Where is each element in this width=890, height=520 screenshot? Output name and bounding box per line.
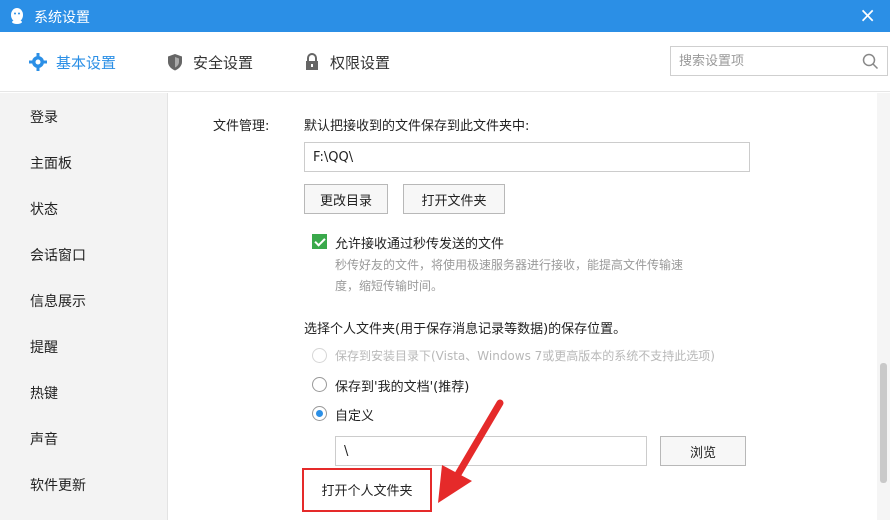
radio-my-documents[interactable] bbox=[312, 377, 327, 392]
radio-my-documents-label: 保存到'我的文档'(推荐) bbox=[335, 380, 470, 395]
tab-basic-settings-label: 基本设置 bbox=[56, 53, 117, 72]
tab-permission-settings-label: 权限设置 bbox=[330, 53, 391, 72]
red-arrow-annotation-icon bbox=[438, 399, 504, 503]
radio-install-dir bbox=[312, 348, 327, 363]
shield-icon bbox=[168, 54, 182, 71]
close-icon[interactable]: × bbox=[859, 3, 876, 27]
receive-folder-path-input[interactable] bbox=[304, 142, 750, 172]
sidebar-item-main-panel[interactable]: 主面板 bbox=[30, 153, 72, 173]
open-personal-folder-button[interactable]: 打开个人文件夹 bbox=[307, 474, 427, 504]
file-management-label: 文件管理: bbox=[213, 119, 270, 134]
sidebar-item-info-display[interactable]: 信息展示 bbox=[30, 291, 86, 311]
radio-custom-label: 自定义 bbox=[335, 409, 375, 424]
tab-security-settings[interactable]: 安全设置 bbox=[165, 50, 253, 74]
sidebar: 登录 主面板 状态 会话窗口 信息展示 提醒 热键 声音 软件更新 bbox=[0, 93, 168, 520]
open-folder-button[interactable]: 打开文件夹 bbox=[403, 184, 505, 214]
scrollbar-thumb[interactable] bbox=[880, 363, 887, 483]
lock-icon bbox=[306, 53, 318, 70]
personal-folder-title: 选择个人文件夹(用于保存消息记录等数据)的保存位置。 bbox=[304, 322, 627, 337]
tab-permission-settings[interactable]: 权限设置 bbox=[302, 50, 390, 74]
allow-fast-receive-desc-line2: 度，缩短传输时间。 bbox=[335, 279, 444, 293]
title-bar: 系统设置 × bbox=[0, 0, 890, 32]
search-icon[interactable] bbox=[861, 52, 879, 70]
browse-button[interactable]: 浏览 bbox=[660, 436, 746, 466]
allow-fast-receive-desc-line1: 秒传好友的文件，将使用极速服务器进行接收，能提高文件传输速 bbox=[335, 258, 684, 272]
sidebar-item-login[interactable]: 登录 bbox=[30, 107, 58, 127]
radio-custom[interactable] bbox=[312, 406, 327, 421]
file-management-desc: 默认把接收到的文件保存到此文件夹中: bbox=[304, 119, 530, 134]
search-input[interactable] bbox=[679, 51, 849, 71]
change-directory-button[interactable]: 更改目录 bbox=[304, 184, 388, 214]
tab-security-settings-label: 安全设置 bbox=[193, 53, 254, 72]
sidebar-item-reminders[interactable]: 提醒 bbox=[30, 337, 58, 357]
tab-basic-settings[interactable]: 基本设置 bbox=[28, 50, 116, 74]
sidebar-item-hotkeys[interactable]: 热键 bbox=[30, 383, 58, 403]
settings-content: 文件管理: 默认把接收到的文件保存到此文件夹中: 更改目录 打开文件夹 允许接收… bbox=[169, 93, 875, 520]
content-scrollbar[interactable] bbox=[877, 93, 890, 520]
window-title: 系统设置 bbox=[34, 10, 90, 26]
search-box bbox=[670, 46, 888, 76]
radio-install-dir-label: 保存到安装目录下(Vista、Windows 7或更高版本的系统不支持此选项) bbox=[335, 349, 715, 363]
allow-fast-receive-label: 允许接收通过秒传发送的文件 bbox=[335, 237, 505, 252]
qq-logo-icon bbox=[11, 8, 23, 24]
sidebar-item-sound[interactable]: 声音 bbox=[30, 429, 58, 449]
tab-bar: 基本设置 安全设置 权限设置 bbox=[0, 32, 890, 92]
sidebar-item-software-update[interactable]: 软件更新 bbox=[30, 475, 86, 495]
sidebar-item-chat-window[interactable]: 会话窗口 bbox=[30, 245, 86, 265]
gear-icon bbox=[29, 53, 47, 71]
allow-fast-receive-checkbox[interactable] bbox=[312, 234, 327, 249]
sidebar-item-status[interactable]: 状态 bbox=[30, 199, 58, 219]
